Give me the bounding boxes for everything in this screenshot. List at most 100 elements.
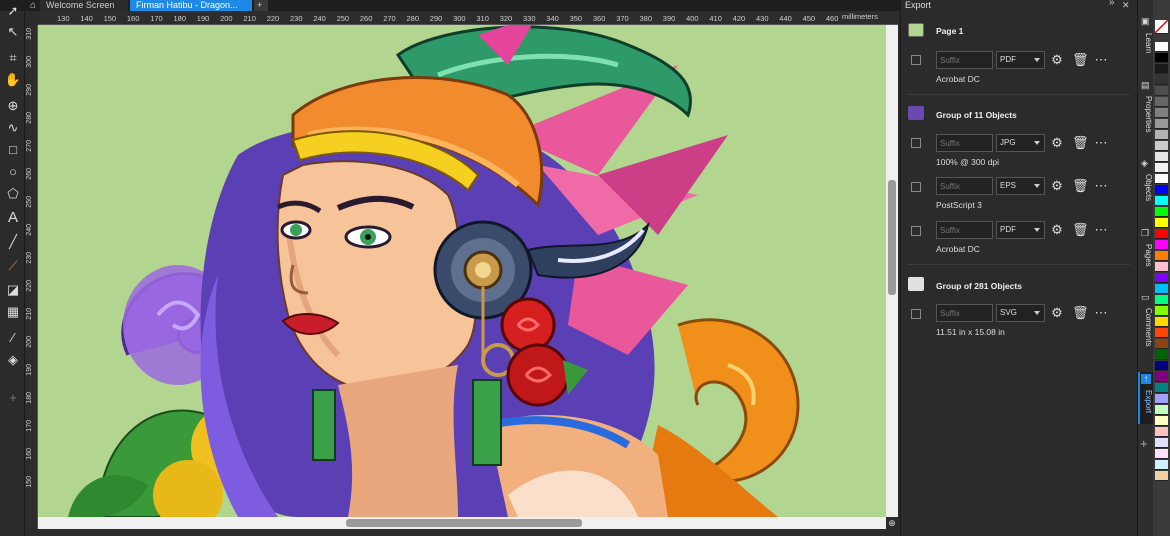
- color-swatch[interactable]: [1155, 53, 1168, 63]
- color-swatch[interactable]: [1155, 405, 1168, 415]
- drop-shadow-tool-icon[interactable]: ◪: [4, 281, 22, 299]
- settings-gear-icon[interactable]: ⚙: [1050, 306, 1064, 320]
- color-swatch[interactable]: [1155, 75, 1168, 85]
- color-swatch[interactable]: [1155, 251, 1168, 261]
- tab-welcome-screen[interactable]: Welcome Screen: [40, 0, 128, 11]
- color-swatch[interactable]: [1155, 42, 1168, 52]
- learn-icon[interactable]: ▣: [1141, 16, 1150, 27]
- color-swatch[interactable]: [1155, 174, 1168, 184]
- settings-gear-icon[interactable]: ⚙: [1050, 179, 1064, 193]
- format-dropdown[interactable]: JPG: [996, 134, 1045, 152]
- color-swatch[interactable]: [1155, 449, 1168, 459]
- format-dropdown[interactable]: PDF: [996, 51, 1045, 69]
- transparency-tool-icon[interactable]: ▦: [4, 303, 22, 321]
- line-tool-icon[interactable]: ╱: [4, 233, 22, 251]
- add-tool-icon[interactable]: +: [4, 389, 22, 407]
- tab-comments[interactable]: Comments: [1139, 308, 1153, 347]
- color-swatch[interactable]: [1155, 306, 1168, 316]
- zoom-corner-icon[interactable]: ⊕: [886, 517, 898, 529]
- zoom-tool-icon[interactable]: ⊕: [4, 97, 22, 115]
- connector-tool-icon[interactable]: ⟋: [4, 257, 22, 275]
- color-swatch[interactable]: [1155, 317, 1168, 327]
- delete-trash-icon[interactable]: 🗑: [1072, 53, 1089, 67]
- rectangle-tool-icon[interactable]: □: [4, 141, 22, 159]
- drawing-canvas[interactable]: [38, 25, 886, 517]
- color-swatch[interactable]: [1155, 141, 1168, 151]
- settings-gear-icon[interactable]: ⚙: [1050, 136, 1064, 150]
- tab-pages[interactable]: Pages: [1139, 244, 1153, 267]
- tab-learn[interactable]: Learn: [1139, 33, 1153, 53]
- tab-objects[interactable]: Objects: [1139, 174, 1153, 201]
- horizontal-scrollbar[interactable]: [38, 517, 886, 529]
- fill-tool-icon[interactable]: ◈: [4, 351, 22, 369]
- export-checkbox[interactable]: [911, 138, 921, 148]
- color-swatch[interactable]: [1155, 130, 1168, 140]
- eyedropper-tool-icon[interactable]: ⁄: [4, 329, 22, 347]
- horizontal-scroll-thumb[interactable]: [346, 519, 582, 527]
- color-swatch[interactable]: [1155, 328, 1168, 338]
- add-docker-icon[interactable]: +: [1140, 436, 1148, 451]
- color-swatch[interactable]: [1155, 339, 1168, 349]
- color-swatch[interactable]: [1155, 163, 1168, 173]
- suffix-input[interactable]: [936, 51, 993, 69]
- color-swatch[interactable]: [1155, 207, 1168, 217]
- export-checkbox[interactable]: [911, 226, 921, 236]
- suffix-input[interactable]: [936, 177, 993, 195]
- polygon-tool-icon[interactable]: ⬠: [4, 185, 22, 203]
- color-swatch[interactable]: [1155, 108, 1168, 118]
- color-swatch[interactable]: [1155, 383, 1168, 393]
- objects-icon[interactable]: ◈: [1141, 158, 1148, 169]
- settings-gear-icon[interactable]: ⚙: [1050, 223, 1064, 237]
- color-swatch[interactable]: [1155, 394, 1168, 404]
- format-dropdown[interactable]: EPS: [996, 177, 1045, 195]
- comments-icon[interactable]: ▭: [1141, 292, 1150, 303]
- home-icon[interactable]: ⌂: [27, 0, 39, 11]
- color-swatch[interactable]: [1155, 196, 1168, 206]
- tab-properties[interactable]: Properties: [1139, 96, 1153, 132]
- suffix-input[interactable]: [936, 221, 993, 239]
- ellipse-tool-icon[interactable]: ○: [4, 163, 22, 181]
- export-checkbox[interactable]: [911, 309, 921, 319]
- color-swatch[interactable]: [1155, 284, 1168, 294]
- color-swatch[interactable]: [1155, 460, 1168, 470]
- color-swatch[interactable]: [1155, 438, 1168, 448]
- text-tool-icon[interactable]: A: [4, 209, 22, 227]
- color-swatch[interactable]: [1155, 273, 1168, 283]
- color-swatch[interactable]: [1155, 152, 1168, 162]
- export-checkbox[interactable]: [911, 182, 921, 192]
- color-swatch[interactable]: [1155, 119, 1168, 129]
- color-swatch[interactable]: [1155, 350, 1168, 360]
- color-swatch[interactable]: [1155, 361, 1168, 371]
- delete-trash-icon[interactable]: 🗑: [1072, 179, 1089, 193]
- color-swatch[interactable]: [1155, 185, 1168, 195]
- color-swatch[interactable]: [1155, 471, 1168, 481]
- docker-close-icon[interactable]: ✕: [1122, 0, 1130, 11]
- color-swatch[interactable]: [1155, 262, 1168, 272]
- vertical-scrollbar[interactable]: [886, 25, 898, 517]
- color-swatch[interactable]: [1155, 416, 1168, 426]
- no-color-swatch[interactable]: [1155, 20, 1168, 34]
- pick-tool-icon[interactable]: ➚: [4, 2, 22, 20]
- new-tab-button[interactable]: +: [254, 0, 268, 11]
- more-options-icon[interactable]: ⋯: [1094, 53, 1108, 67]
- freehand-tool-icon[interactable]: ∿: [4, 119, 22, 137]
- more-options-icon[interactable]: ⋯: [1094, 136, 1108, 150]
- tab-export[interactable]: Export: [1139, 390, 1153, 413]
- properties-icon[interactable]: ▤: [1141, 80, 1150, 91]
- export-icon[interactable]: ↑: [1141, 374, 1151, 384]
- pan-tool-icon[interactable]: ✋: [4, 71, 22, 89]
- suffix-input[interactable]: [936, 304, 993, 322]
- color-swatch[interactable]: [1155, 295, 1168, 305]
- more-options-icon[interactable]: ⋯: [1094, 179, 1108, 193]
- color-swatch[interactable]: [1155, 427, 1168, 437]
- delete-trash-icon[interactable]: 🗑: [1072, 223, 1089, 237]
- color-swatch[interactable]: [1155, 218, 1168, 228]
- export-checkbox[interactable]: [911, 55, 921, 65]
- settings-gear-icon[interactable]: ⚙: [1050, 53, 1064, 67]
- vertical-scroll-thumb[interactable]: [888, 180, 896, 295]
- format-dropdown[interactable]: SVG: [996, 304, 1045, 322]
- docker-menu-icon[interactable]: »: [1109, 0, 1115, 8]
- delete-trash-icon[interactable]: 🗑: [1072, 306, 1089, 320]
- format-dropdown[interactable]: PDF: [996, 221, 1045, 239]
- illustration-artwork[interactable]: [38, 25, 886, 517]
